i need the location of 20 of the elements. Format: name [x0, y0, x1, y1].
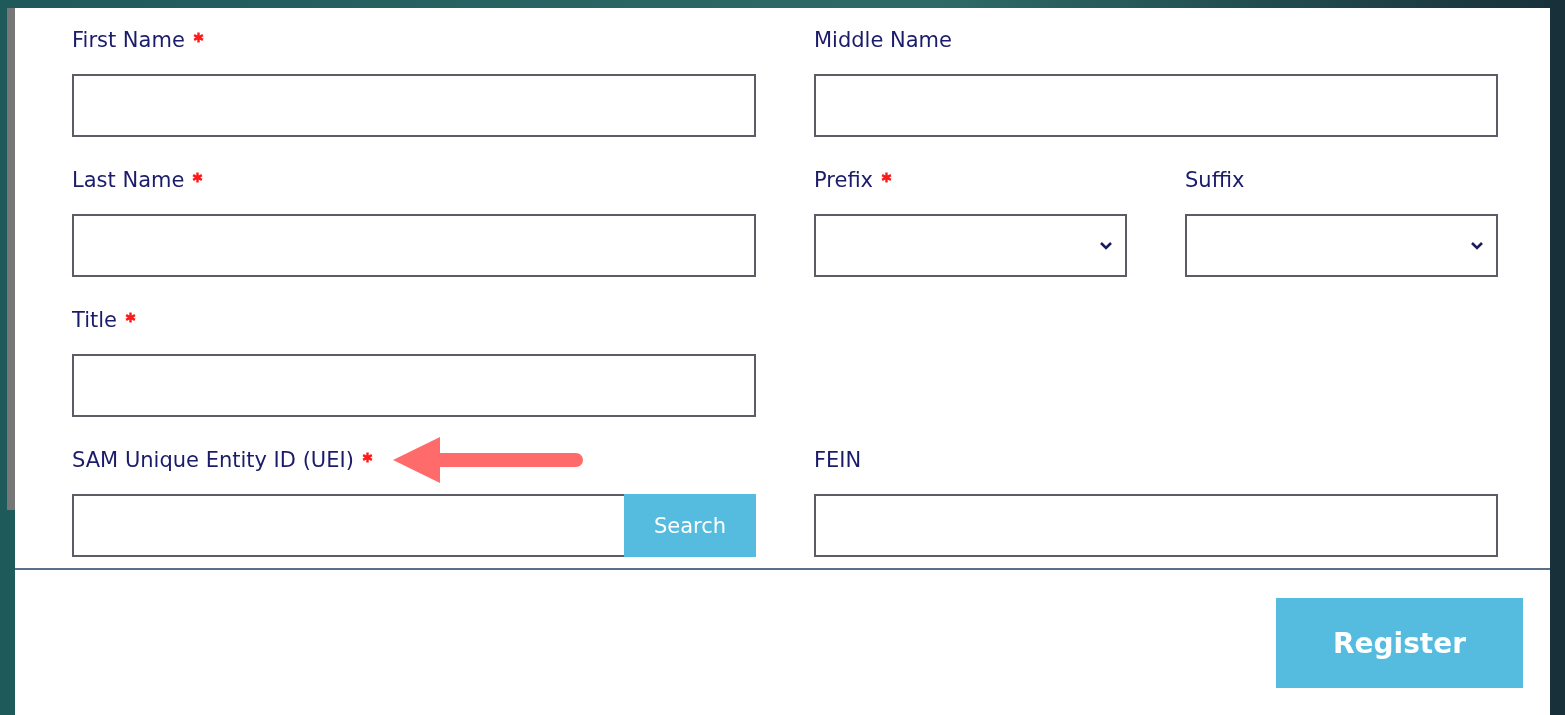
- search-button[interactable]: Search: [624, 494, 756, 557]
- text-field[interactable]: [72, 74, 756, 137]
- text-field[interactable]: [814, 74, 1498, 137]
- register-button[interactable]: Register: [1276, 598, 1523, 688]
- text-field[interactable]: [72, 494, 624, 557]
- dropdown-field[interactable]: [814, 214, 1127, 277]
- dropdown-field[interactable]: [1185, 214, 1498, 277]
- caret-icon: [1099, 241, 1113, 250]
- field-label: Prefix: [814, 168, 874, 192]
- field-label: Title: [72, 308, 117, 332]
- field-label: Middle Name: [814, 28, 952, 52]
- text-field[interactable]: [72, 214, 756, 277]
- field-label: Suffix: [1185, 168, 1245, 192]
- caret-icon: [1470, 241, 1484, 250]
- field-label: Last Name: [72, 168, 185, 192]
- field-label: SAM Unique Entity ID (UEI): [72, 448, 354, 472]
- field-label: First Name: [72, 28, 185, 52]
- field-label: FEIN: [814, 448, 862, 472]
- text-field[interactable]: [814, 494, 1498, 557]
- text-field[interactable]: [72, 354, 756, 417]
